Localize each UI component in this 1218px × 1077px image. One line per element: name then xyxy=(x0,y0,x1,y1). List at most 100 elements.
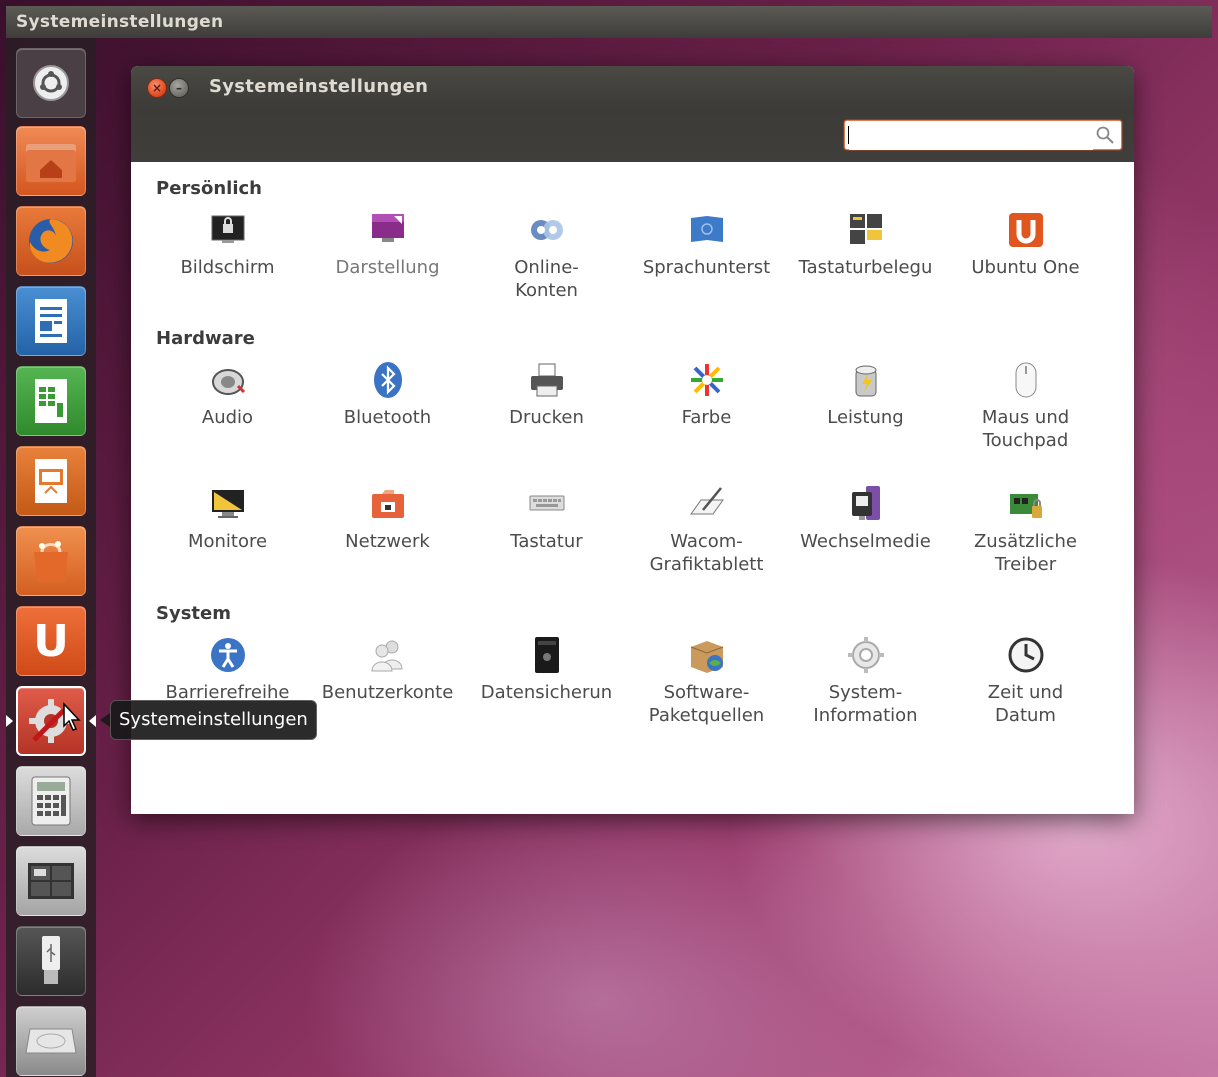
search-icon[interactable] xyxy=(1095,125,1115,145)
close-button[interactable]: × xyxy=(147,78,167,98)
settings-item-label: Benutzerkonte xyxy=(321,682,454,703)
software-sources-icon xyxy=(690,641,723,673)
window-titlebar[interactable]: × – Systemeinstellungen xyxy=(131,66,1134,108)
settings-item-audio[interactable]: Audio xyxy=(150,360,305,429)
tooltip-pointer xyxy=(100,713,110,727)
settings-item-wacom[interactable]: Wacom- Grafiktablett xyxy=(629,484,784,576)
settings-item-drucken[interactable]: Drucken xyxy=(469,360,624,429)
hard-drive-launcher[interactable] xyxy=(16,1006,86,1076)
settings-item-label: Zusätzliche Treiber xyxy=(973,531,1078,575)
top-panel-title: Systemeinstellungen xyxy=(16,12,224,32)
settings-item-label: System- Information xyxy=(813,682,918,726)
settings-item-ubuntu-one[interactable]: Ubuntu One xyxy=(948,210,1103,279)
settings-item-tastaturbelegung[interactable]: Tastaturbelegu xyxy=(788,210,943,279)
network-icon xyxy=(371,490,404,518)
keyboard-icon xyxy=(529,495,564,511)
calculator-launcher[interactable] xyxy=(16,766,86,836)
section-title-hardware: Hardware xyxy=(156,328,255,349)
settings-item-sprachunterstuetzung[interactable]: Sprachunterst xyxy=(629,210,784,279)
settings-item-label: Zeit und Datum xyxy=(987,682,1064,726)
time-date-icon xyxy=(1008,637,1043,673)
workspace-switcher-launcher[interactable] xyxy=(16,846,86,916)
ubuntu-logo-icon xyxy=(33,65,69,101)
settings-item-farbe[interactable]: Farbe xyxy=(629,360,784,429)
color-icon xyxy=(690,364,723,396)
ubuntu-one-launcher[interactable]: U xyxy=(16,606,86,676)
search-box[interactable] xyxy=(844,120,1122,150)
audio-icon xyxy=(211,369,245,395)
settings-item-maus-touchpad[interactable]: Maus und Touchpad xyxy=(948,360,1103,452)
settings-item-monitore[interactable]: Monitore xyxy=(150,484,305,553)
settings-item-label: Audio xyxy=(201,407,254,428)
settings-item-netzwerk[interactable]: Netzwerk xyxy=(310,484,465,553)
window-title: Systemeinstellungen xyxy=(209,76,429,97)
close-icon: × xyxy=(151,81,163,95)
settings-item-label: Wacom- Grafiktablett xyxy=(649,531,764,575)
hard-drive-icon xyxy=(25,1028,77,1054)
bluetooth-icon xyxy=(373,362,402,398)
impress-launcher[interactable] xyxy=(16,446,86,516)
settings-item-label: Darstellung xyxy=(335,257,440,278)
firefox-icon xyxy=(29,219,73,263)
software-center-icon xyxy=(34,541,68,582)
settings-item-label: Bildschirm xyxy=(180,257,275,278)
system-info-icon xyxy=(847,637,884,673)
settings-item-label: Sprachunterst xyxy=(642,257,771,278)
ubuntu-one-icon xyxy=(1008,213,1043,247)
settings-item-benutzerkonten[interactable]: Benutzerkonte xyxy=(310,635,465,704)
settings-item-systeminformation[interactable]: System- Information xyxy=(788,635,943,727)
settings-item-label: Bluetooth xyxy=(343,407,432,428)
keyboard-layout-icon xyxy=(849,214,882,244)
wacom-tablet-icon xyxy=(689,487,724,515)
home-folder-launcher[interactable] xyxy=(16,126,86,196)
minimize-button[interactable]: – xyxy=(169,78,189,98)
settings-item-darstellung[interactable]: Darstellung xyxy=(310,210,465,279)
settings-item-label: Tastaturbelegu xyxy=(798,257,933,278)
search-input[interactable] xyxy=(849,122,1093,150)
calc-launcher[interactable] xyxy=(16,366,86,436)
user-accounts-icon xyxy=(370,640,403,672)
settings-item-bluetooth[interactable]: Bluetooth xyxy=(310,360,465,429)
settings-item-datensicherung[interactable]: Datensicherun xyxy=(469,635,624,704)
ubuntu-one-icon: U xyxy=(33,615,69,667)
active-indicator-left xyxy=(6,715,13,727)
appearance-icon xyxy=(371,214,404,242)
active-indicator-right xyxy=(89,715,96,727)
accessibility-icon xyxy=(210,638,245,672)
calculator-icon xyxy=(31,776,71,826)
settings-item-wechselmedien[interactable]: Wechselmedie xyxy=(788,484,943,553)
settings-item-online-konten[interactable]: Online- Konten xyxy=(469,210,624,302)
launcher-tooltip: Systemeinstellungen xyxy=(110,700,317,740)
software-center-launcher[interactable] xyxy=(16,526,86,596)
usb-drive-launcher[interactable] xyxy=(16,926,86,996)
settings-item-label: Software- Paketquellen xyxy=(648,682,765,726)
settings-item-paketquellen[interactable]: Software- Paketquellen xyxy=(629,635,784,727)
impress-icon xyxy=(35,459,67,503)
home-folder-icon xyxy=(26,144,76,182)
settings-item-leistung[interactable]: Leistung xyxy=(788,360,943,429)
settings-item-zeit-datum[interactable]: Zeit und Datum xyxy=(948,635,1103,727)
settings-item-label: Netzwerk xyxy=(345,531,430,552)
mouse-cursor-icon xyxy=(63,702,81,731)
section-title-personal: Persönlich xyxy=(156,178,262,199)
writer-launcher[interactable] xyxy=(16,286,86,356)
settings-item-label: Wechselmedie xyxy=(800,531,931,552)
dash-button[interactable] xyxy=(16,48,86,118)
workspace-switcher-icon xyxy=(28,863,74,899)
settings-item-tastatur[interactable]: Tastatur xyxy=(469,484,624,553)
firefox-launcher[interactable] xyxy=(16,206,86,276)
section-title-system: System xyxy=(156,603,231,624)
settings-item-label: Maus und Touchpad xyxy=(981,407,1070,451)
minimize-icon: – xyxy=(176,81,182,95)
settings-item-barrierefreiheit[interactable]: Barrierefreihe xyxy=(150,635,305,704)
backup-icon xyxy=(534,637,559,673)
settings-item-label: Online- Konten xyxy=(514,257,579,301)
settings-item-label: Ubuntu One xyxy=(971,257,1080,278)
settings-item-treiber[interactable]: Zusätzliche Treiber xyxy=(948,484,1103,576)
settings-item-bildschirm[interactable]: Bildschirm xyxy=(150,210,305,279)
power-icon xyxy=(855,365,876,397)
usb-drive-icon xyxy=(42,936,60,984)
screen-lock-icon xyxy=(211,215,244,243)
additional-drivers-icon xyxy=(1009,494,1042,518)
launcher: U xyxy=(6,38,96,1077)
